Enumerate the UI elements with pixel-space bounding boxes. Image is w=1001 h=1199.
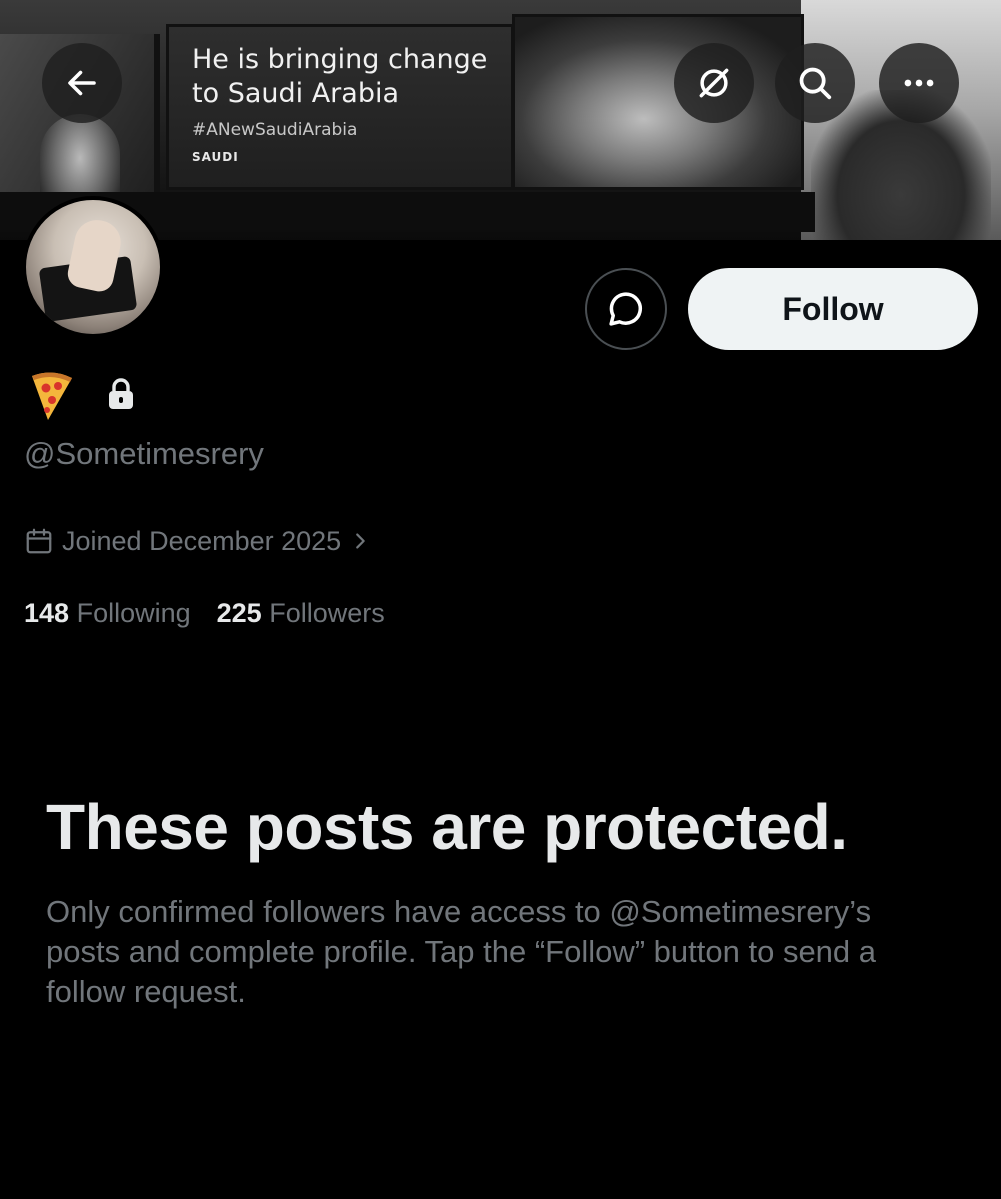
protected-title: These posts are protected. xyxy=(46,791,848,863)
more-options-button[interactable] xyxy=(879,43,959,123)
followers-label: Followers xyxy=(269,598,385,628)
profile-page: He is bringing change to Saudi Arabia #A… xyxy=(0,0,1001,1199)
billboard-hashtag: #ANewSaudiArabia xyxy=(192,120,358,140)
joined-date: Joined December 2025 xyxy=(62,525,342,556)
profile-banner[interactable]: He is bringing change to Saudi Arabia #A… xyxy=(0,0,1001,240)
more-icon xyxy=(904,79,934,87)
following-label: Following xyxy=(76,598,191,628)
followers-count: 225 xyxy=(216,598,262,628)
search-button[interactable] xyxy=(775,43,855,123)
following-count: 148 xyxy=(24,598,70,628)
follow-button[interactable]: Follow xyxy=(688,268,978,350)
billboard-headline-2: to Saudi Arabia xyxy=(192,78,400,109)
message-icon xyxy=(609,292,642,326)
pizza-icon xyxy=(32,372,72,420)
search-icon xyxy=(799,67,832,100)
followers-link[interactable]: 225 Followers xyxy=(217,598,385,629)
back-arrow-icon xyxy=(68,70,96,96)
back-button[interactable] xyxy=(42,43,122,123)
message-button[interactable] xyxy=(585,268,667,350)
profile-handle: @Sometimesrery xyxy=(24,436,264,471)
following-link[interactable]: 148 Following xyxy=(24,598,191,629)
protected-description: Only confirmed followers have access to … xyxy=(46,894,877,1009)
joined-date-row[interactable]: Joined December 2025 xyxy=(24,522,371,560)
follow-stats: 148 Following 225 Followers xyxy=(24,598,385,629)
chevron-right-icon xyxy=(356,533,365,549)
avatar[interactable] xyxy=(22,196,164,338)
lock-icon xyxy=(109,378,133,409)
billboard-headline-1: He is bringing change xyxy=(192,44,488,75)
billboard-photo-panel xyxy=(512,14,804,190)
grok-icon xyxy=(699,68,729,98)
calendar-icon xyxy=(26,528,52,554)
billboard-logo: SAUDI xyxy=(192,150,239,164)
display-name-row xyxy=(26,366,136,422)
grok-button[interactable] xyxy=(674,43,754,123)
